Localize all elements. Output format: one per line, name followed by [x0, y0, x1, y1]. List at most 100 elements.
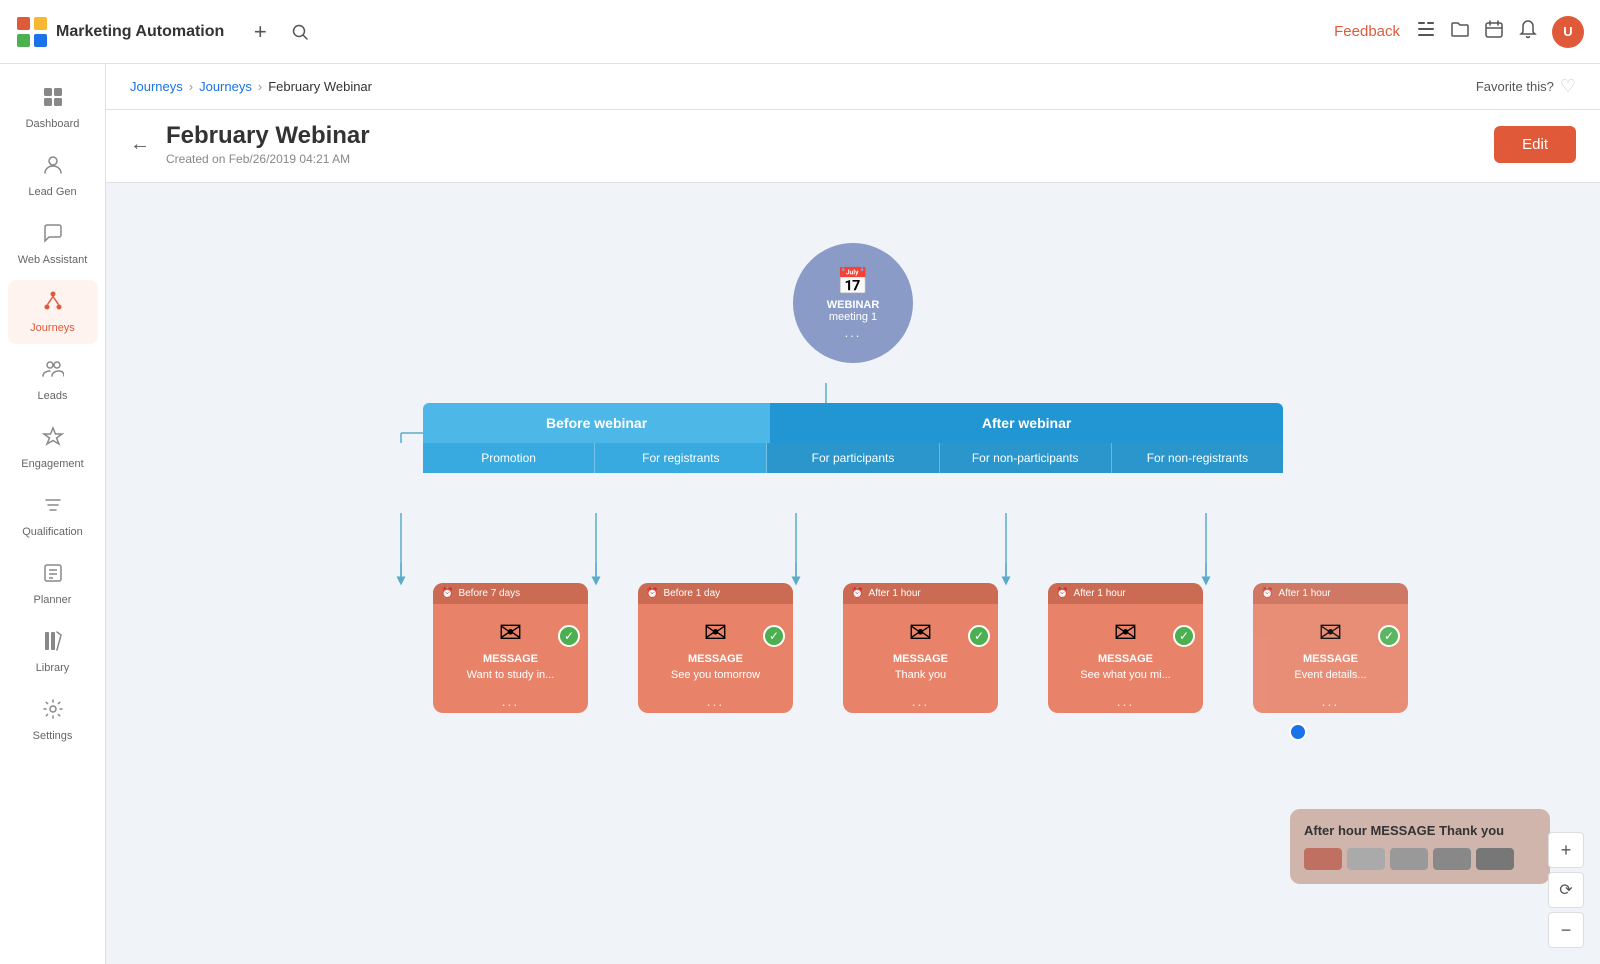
- clock-icon-3: ⏰: [1056, 588, 1068, 599]
- sidebar-item-qualification[interactable]: Qualification: [8, 484, 98, 548]
- feedback-button[interactable]: Feedback: [1334, 23, 1400, 40]
- main-layout: Dashboard Lead Gen Web Assistant: [0, 64, 1600, 964]
- check-badge-0: ✓: [558, 625, 580, 647]
- node3-label: MESSAGE: [1098, 653, 1153, 665]
- page-title-block: February Webinar Created on Feb/26/2019 …: [166, 122, 1478, 166]
- node2-dots: ...: [843, 689, 998, 713]
- selection-dot: [1289, 723, 1307, 741]
- sidebar-item-settings[interactable]: Settings: [8, 688, 98, 752]
- webinar-icon: 📅: [837, 266, 869, 297]
- mail-icon-3: ✉: [1114, 616, 1137, 649]
- check-badge-1: ✓: [763, 625, 785, 647]
- node4-name: Event details...: [1294, 669, 1366, 681]
- clock-icon-4: ⏰: [1261, 588, 1273, 599]
- node4-dots: ...: [1253, 689, 1408, 713]
- topbar: Marketing Automation + Feedback U: [0, 0, 1600, 64]
- message-node-2[interactable]: ⏰ After 1 hour ✉ MESSAGE Thank you ... ✓: [843, 583, 998, 713]
- sidebar-label-planner: Planner: [34, 594, 72, 606]
- breadcrumb-journeys1[interactable]: Journeys: [130, 79, 183, 94]
- mail-icon-2: ✉: [909, 616, 932, 649]
- message-node-0[interactable]: ⏰ Before 7 days ✉ MESSAGE Want to study …: [433, 583, 588, 713]
- sidebar-item-engagement[interactable]: Engagement: [8, 416, 98, 480]
- node3-name: See what you mi...: [1080, 669, 1171, 681]
- search-button[interactable]: [284, 16, 316, 48]
- sub-registrants: For registrants: [595, 443, 767, 473]
- node1-label: MESSAGE: [688, 653, 743, 665]
- sidebar-item-webassistant[interactable]: Web Assistant: [8, 212, 98, 276]
- sub-participants: For participants: [767, 443, 939, 473]
- tooltip-overlay: After hour MESSAGE Thank you: [1290, 809, 1550, 884]
- node4-timing: After 1 hour: [1278, 588, 1330, 599]
- zoom-reset-button[interactable]: ⟳: [1548, 872, 1584, 908]
- node1-dots: ...: [638, 689, 793, 713]
- sidebar-item-leads[interactable]: Leads: [8, 348, 98, 412]
- node2-timing: After 1 hour: [868, 588, 920, 599]
- topbar-actions: +: [244, 16, 316, 48]
- qualification-icon: [42, 494, 64, 522]
- breadcrumb-current: February Webinar: [268, 79, 372, 94]
- search-icon: [291, 23, 309, 41]
- sidebar-item-library[interactable]: Library: [8, 620, 98, 684]
- sidebar-label-library: Library: [36, 662, 70, 674]
- node3-header: ⏰ After 1 hour: [1048, 583, 1203, 604]
- sidebar-label-leads: Leads: [38, 390, 68, 402]
- pill-4: [1433, 848, 1471, 870]
- mail-icon-4: ✉: [1319, 616, 1342, 649]
- tooltip-pills: [1304, 848, 1536, 870]
- breadcrumb-journeys2[interactable]: Journeys: [199, 79, 252, 94]
- node4-label: MESSAGE: [1303, 653, 1358, 665]
- pill-1: [1304, 848, 1342, 870]
- back-button[interactable]: ←: [130, 133, 150, 156]
- favorite-icon[interactable]: ♡: [1560, 76, 1576, 97]
- node2-label: MESSAGE: [893, 653, 948, 665]
- message-node-4[interactable]: ⏰ After 1 hour ✉ MESSAGE Event details..…: [1253, 583, 1408, 713]
- sidebar-label-dashboard: Dashboard: [26, 118, 80, 130]
- tooltip-title: After hour MESSAGE Thank you: [1304, 823, 1536, 838]
- favorite-label: Favorite this?: [1476, 79, 1554, 94]
- mail-icon-0: ✉: [499, 616, 522, 649]
- message-node-3[interactable]: ⏰ After 1 hour ✉ MESSAGE See what you mi…: [1048, 583, 1203, 713]
- clock-icon-2: ⏰: [851, 588, 863, 599]
- zoom-out-button[interactable]: −: [1548, 912, 1584, 948]
- mail-icon-1: ✉: [704, 616, 727, 649]
- app-title: Marketing Automation: [56, 23, 224, 41]
- planner-icon: [42, 562, 64, 590]
- edit-button[interactable]: Edit: [1494, 126, 1576, 163]
- bell-icon[interactable]: [1518, 19, 1538, 44]
- before-webinar-header: Before webinar: [423, 403, 770, 443]
- calendar-icon[interactable]: [1484, 19, 1504, 44]
- sidebar-label-engagement: Engagement: [21, 458, 83, 470]
- breadcrumb: Journeys › Journeys › February Webinar F…: [106, 64, 1600, 110]
- add-button[interactable]: +: [244, 16, 276, 48]
- node3-timing: After 1 hour: [1073, 588, 1125, 599]
- app-logo[interactable]: Marketing Automation: [16, 16, 224, 48]
- sub-nonparticipants: For non-participants: [940, 443, 1112, 473]
- library-icon: [42, 630, 64, 658]
- journeys-icon: [42, 290, 64, 318]
- user-avatar[interactable]: U: [1552, 16, 1584, 48]
- list-icon[interactable]: [1416, 19, 1436, 44]
- sidebar-label-webassistant: Web Assistant: [18, 254, 88, 266]
- folder-icon[interactable]: [1450, 19, 1470, 44]
- message-node-1[interactable]: ⏰ Before 1 day ✉ MESSAGE See you tomorro…: [638, 583, 793, 713]
- topbar-icons: U: [1416, 16, 1584, 48]
- check-badge-4: ✓: [1378, 625, 1400, 647]
- node2-header: ⏰ After 1 hour: [843, 583, 998, 604]
- sidebar-item-journeys[interactable]: Journeys: [8, 280, 98, 344]
- node2-name: Thank you: [895, 669, 946, 681]
- sidebar-item-dashboard[interactable]: Dashboard: [8, 76, 98, 140]
- sidebar-label-settings: Settings: [33, 730, 73, 742]
- webassistant-icon: [42, 222, 64, 250]
- engagement-icon: [42, 426, 64, 454]
- page-title: February Webinar: [166, 122, 1478, 150]
- node3-dots: ...: [1048, 689, 1203, 713]
- sidebar-item-leadgen[interactable]: Lead Gen: [8, 144, 98, 208]
- webinar-node[interactable]: 📅 WEBINAR meeting 1 ...: [793, 243, 913, 363]
- sub-promotion: Promotion: [423, 443, 595, 473]
- journey-canvas: 📅 WEBINAR meeting 1 ... Before webinar A…: [106, 183, 1600, 964]
- branch-headers: Before webinar After webinar: [423, 403, 1283, 443]
- pill-2: [1347, 848, 1385, 870]
- clock-icon-1: ⏰: [646, 588, 658, 599]
- sidebar-item-planner[interactable]: Planner: [8, 552, 98, 616]
- zoom-in-button[interactable]: +: [1548, 832, 1584, 868]
